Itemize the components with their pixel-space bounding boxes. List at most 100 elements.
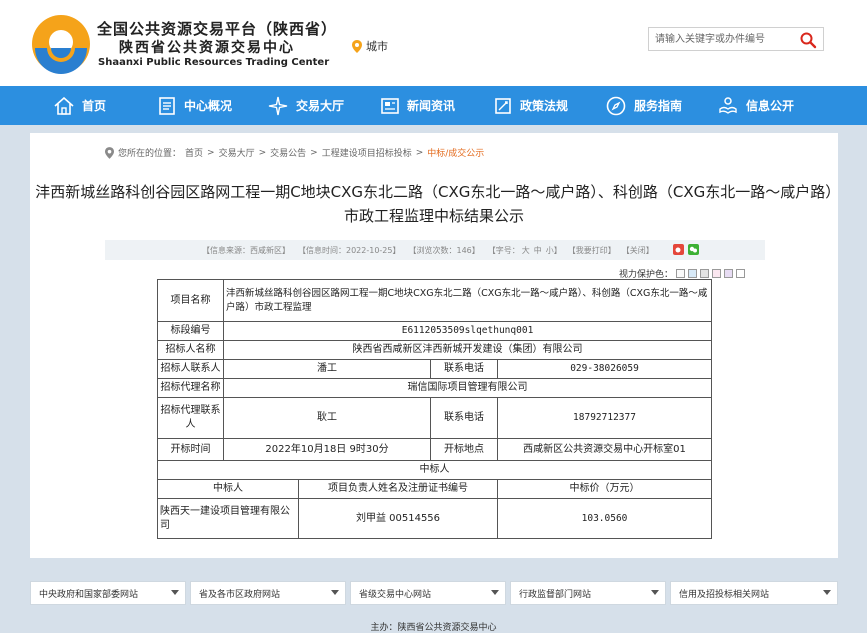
- agency-label: 招标代理名称: [157, 378, 224, 398]
- org-name-english: Shaanxi Public Resources Trading Center: [98, 57, 330, 68]
- color-swatch-blue[interactable]: [688, 269, 698, 278]
- col-header-winner: 中标人: [157, 479, 299, 499]
- open-place-label: 开标地点: [430, 438, 498, 461]
- tenderer-contact-label: 招标人联系人: [157, 359, 224, 379]
- footer-link-central-gov[interactable]: 中央政府和国家部委网站: [30, 581, 186, 605]
- footer-link-provincial-gov[interactable]: 省及各市区政府网站: [190, 581, 346, 605]
- nav-item-trading-hall[interactable]: 交易大厅: [268, 86, 344, 125]
- law-book-icon: [495, 97, 511, 114]
- font-size-small[interactable]: 小: [546, 245, 554, 256]
- project-name-label: 项目名称: [157, 279, 224, 322]
- footer-link-trading-centers[interactable]: 省级交易中心网站: [350, 581, 506, 605]
- close-link[interactable]: 【关闭】: [622, 245, 654, 256]
- home-icon: [54, 96, 74, 115]
- weibo-share-icon[interactable]: [673, 244, 684, 255]
- nav-label: 中心概况: [184, 99, 233, 113]
- breadcrumb: 您所在的位置： 首页 > 交易大厅 > 交易公告 > 工程建设项目招标投标 > …: [105, 146, 484, 159]
- color-swatch-pink[interactable]: [712, 269, 722, 278]
- share-icons: [673, 244, 699, 255]
- font-size-medium[interactable]: 中: [534, 245, 542, 256]
- tenderer-label: 招标人名称: [157, 340, 224, 360]
- main-nav: 首页 中心概况 交易大厅 新闻资讯 政策法规 服务指南 信息公开: [0, 86, 867, 125]
- font-size-end: 】: [553, 245, 562, 255]
- open-place-value: 西咸新区公共资源交易中心开标室01: [496, 438, 713, 461]
- breadcrumb-announcements[interactable]: 交易公告: [270, 146, 306, 159]
- section-no-label: 标段编号: [157, 321, 224, 341]
- color-swatch-purple[interactable]: [724, 269, 734, 278]
- footer-link-supervision[interactable]: 行政监督部门网站: [510, 581, 666, 605]
- star-burst-icon: [268, 96, 288, 115]
- location-pin-icon: [352, 39, 362, 53]
- breadcrumb-home[interactable]: 首页: [185, 146, 203, 159]
- open-time-value: 2022年10月18日 9时30分: [223, 438, 431, 461]
- breadcrumb-trading-hall[interactable]: 交易大厅: [219, 146, 255, 159]
- search-icon[interactable]: [799, 31, 817, 49]
- nav-item-home[interactable]: 首页: [54, 86, 106, 125]
- info-source: 【信息来源：西咸新区】: [202, 245, 290, 255]
- table-row: 中标人: [156, 460, 713, 480]
- tenderer-contact-value: 潘工: [223, 359, 431, 379]
- font-size-label: 【字号：: [487, 245, 520, 255]
- table-row: 招标代理联系人 耿工 联系电话 18792712377: [157, 397, 713, 439]
- color-swatch-white[interactable]: [676, 269, 686, 278]
- color-swatch-plain[interactable]: [736, 269, 746, 278]
- nav-label: 信息公开: [746, 99, 795, 113]
- table-row: 标段编号 E6112053509slqethunq001: [157, 321, 713, 341]
- document-icon: [159, 96, 175, 115]
- print-link[interactable]: 【我要打印】: [568, 245, 616, 256]
- compass-icon: [606, 96, 626, 115]
- org-name-line2: 陕西省公共资源交易中心: [119, 40, 295, 56]
- site-logo-icon[interactable]: [31, 14, 91, 74]
- breadcrumb-engineering-bidding[interactable]: 工程建设项目招标投标: [322, 146, 412, 159]
- chevron-down-icon: [331, 590, 339, 595]
- breadcrumb-prefix: 您所在的位置：: [118, 149, 182, 159]
- agency-value: 瑞信国际项目管理有限公司: [222, 378, 713, 398]
- tenderer-value: 陕西省西咸新区沣西新城开发建设（集团）有限公司: [222, 340, 713, 360]
- award-info-table: 项目名称 沣西新城丝路科创谷园区路网工程一期C地块CXG东北二路（CXG东北一路…: [156, 279, 713, 539]
- nav-item-about[interactable]: 中心概况: [158, 86, 232, 125]
- winner-project-manager: 刘甲益 00514556: [298, 498, 498, 539]
- col-header-price: 中标价（万元）: [496, 479, 713, 499]
- chevron-down-icon: [491, 590, 499, 595]
- winner-section-header: 中标人: [156, 460, 713, 480]
- chevron-down-icon: [823, 590, 831, 595]
- site-header: 全国公共资源交易平台（陕西省） 陕西省公共资源交易中心 Shaanxi Publ…: [0, 0, 867, 86]
- nav-item-info-disclosure[interactable]: 信息公开: [718, 86, 794, 125]
- city-label: 城市: [366, 40, 388, 53]
- section-no-value: E6112053509slqethunq001: [222, 321, 713, 341]
- chevron-down-icon: [651, 590, 659, 595]
- footer-links: 中央政府和国家部委网站 省及各市区政府网站 省级交易中心网站 行政监督部门网站 …: [30, 581, 838, 605]
- nav-label: 交易大厅: [296, 99, 345, 113]
- nav-item-news[interactable]: 新闻资讯: [381, 86, 455, 125]
- col-header-project-manager: 项目负责人姓名及注册证书编号: [298, 479, 498, 499]
- nav-item-policy[interactable]: 政策法规: [494, 86, 568, 125]
- table-row: 招标人联系人 潘工 联系电话 029-38026059: [157, 359, 713, 379]
- table-row: 项目名称 沣西新城丝路科创谷园区路网工程一期C地块CXG东北二路（CXG东北一路…: [157, 279, 713, 322]
- footer-sponsor: 主办：陕西省公共资源交易中心: [370, 623, 497, 633]
- open-time-label: 开标时间: [157, 438, 224, 461]
- nav-label: 首页: [82, 99, 107, 113]
- project-name-value: 沣西新城丝路科创谷园区路网工程一期C地块CXG东北二路（CXG东北一路～咸户路）…: [222, 279, 713, 322]
- search-input[interactable]: [655, 31, 795, 47]
- font-size-large[interactable]: 大: [522, 245, 530, 256]
- color-swatch-gray[interactable]: [700, 269, 710, 278]
- wechat-share-icon[interactable]: [688, 244, 699, 255]
- info-time: 【信息时间：2022-10-25】: [298, 245, 401, 255]
- breadcrumb-current[interactable]: 中标/成交公示: [427, 146, 484, 159]
- nav-item-service-guide[interactable]: 服务指南: [606, 86, 682, 125]
- agency-phone-value: 18792712377: [496, 397, 713, 439]
- agency-contact-value: 耿工: [223, 397, 431, 439]
- search-box: [648, 27, 824, 51]
- org-name-line1: 全国公共资源交易平台（陕西省）: [97, 20, 338, 38]
- agency-phone-label: 联系电话: [430, 397, 498, 439]
- winner-price: 103.0560: [496, 498, 713, 539]
- winner-name: 陕西天一建设项目管理有限公司: [157, 498, 299, 539]
- city-selector[interactable]: 城市: [352, 38, 388, 54]
- footer-link-credit[interactable]: 信用及招投标相关网站: [670, 581, 838, 605]
- table-row: 开标时间 2022年10月18日 9时30分 开标地点 西咸新区公共资源交易中心…: [157, 438, 713, 461]
- page-title: 沣西新城丝路科创谷园区路网工程一期C地块CXG东北二路（CXG东北一路～咸户路）…: [35, 183, 833, 225]
- nav-label: 新闻资讯: [407, 99, 456, 113]
- chevron-down-icon: [171, 590, 179, 595]
- table-row: 招标人名称 陕西省西咸新区沣西新城开发建设（集团）有限公司: [157, 340, 713, 360]
- table-row: 中标人 项目负责人姓名及注册证书编号 中标价（万元）: [157, 479, 713, 499]
